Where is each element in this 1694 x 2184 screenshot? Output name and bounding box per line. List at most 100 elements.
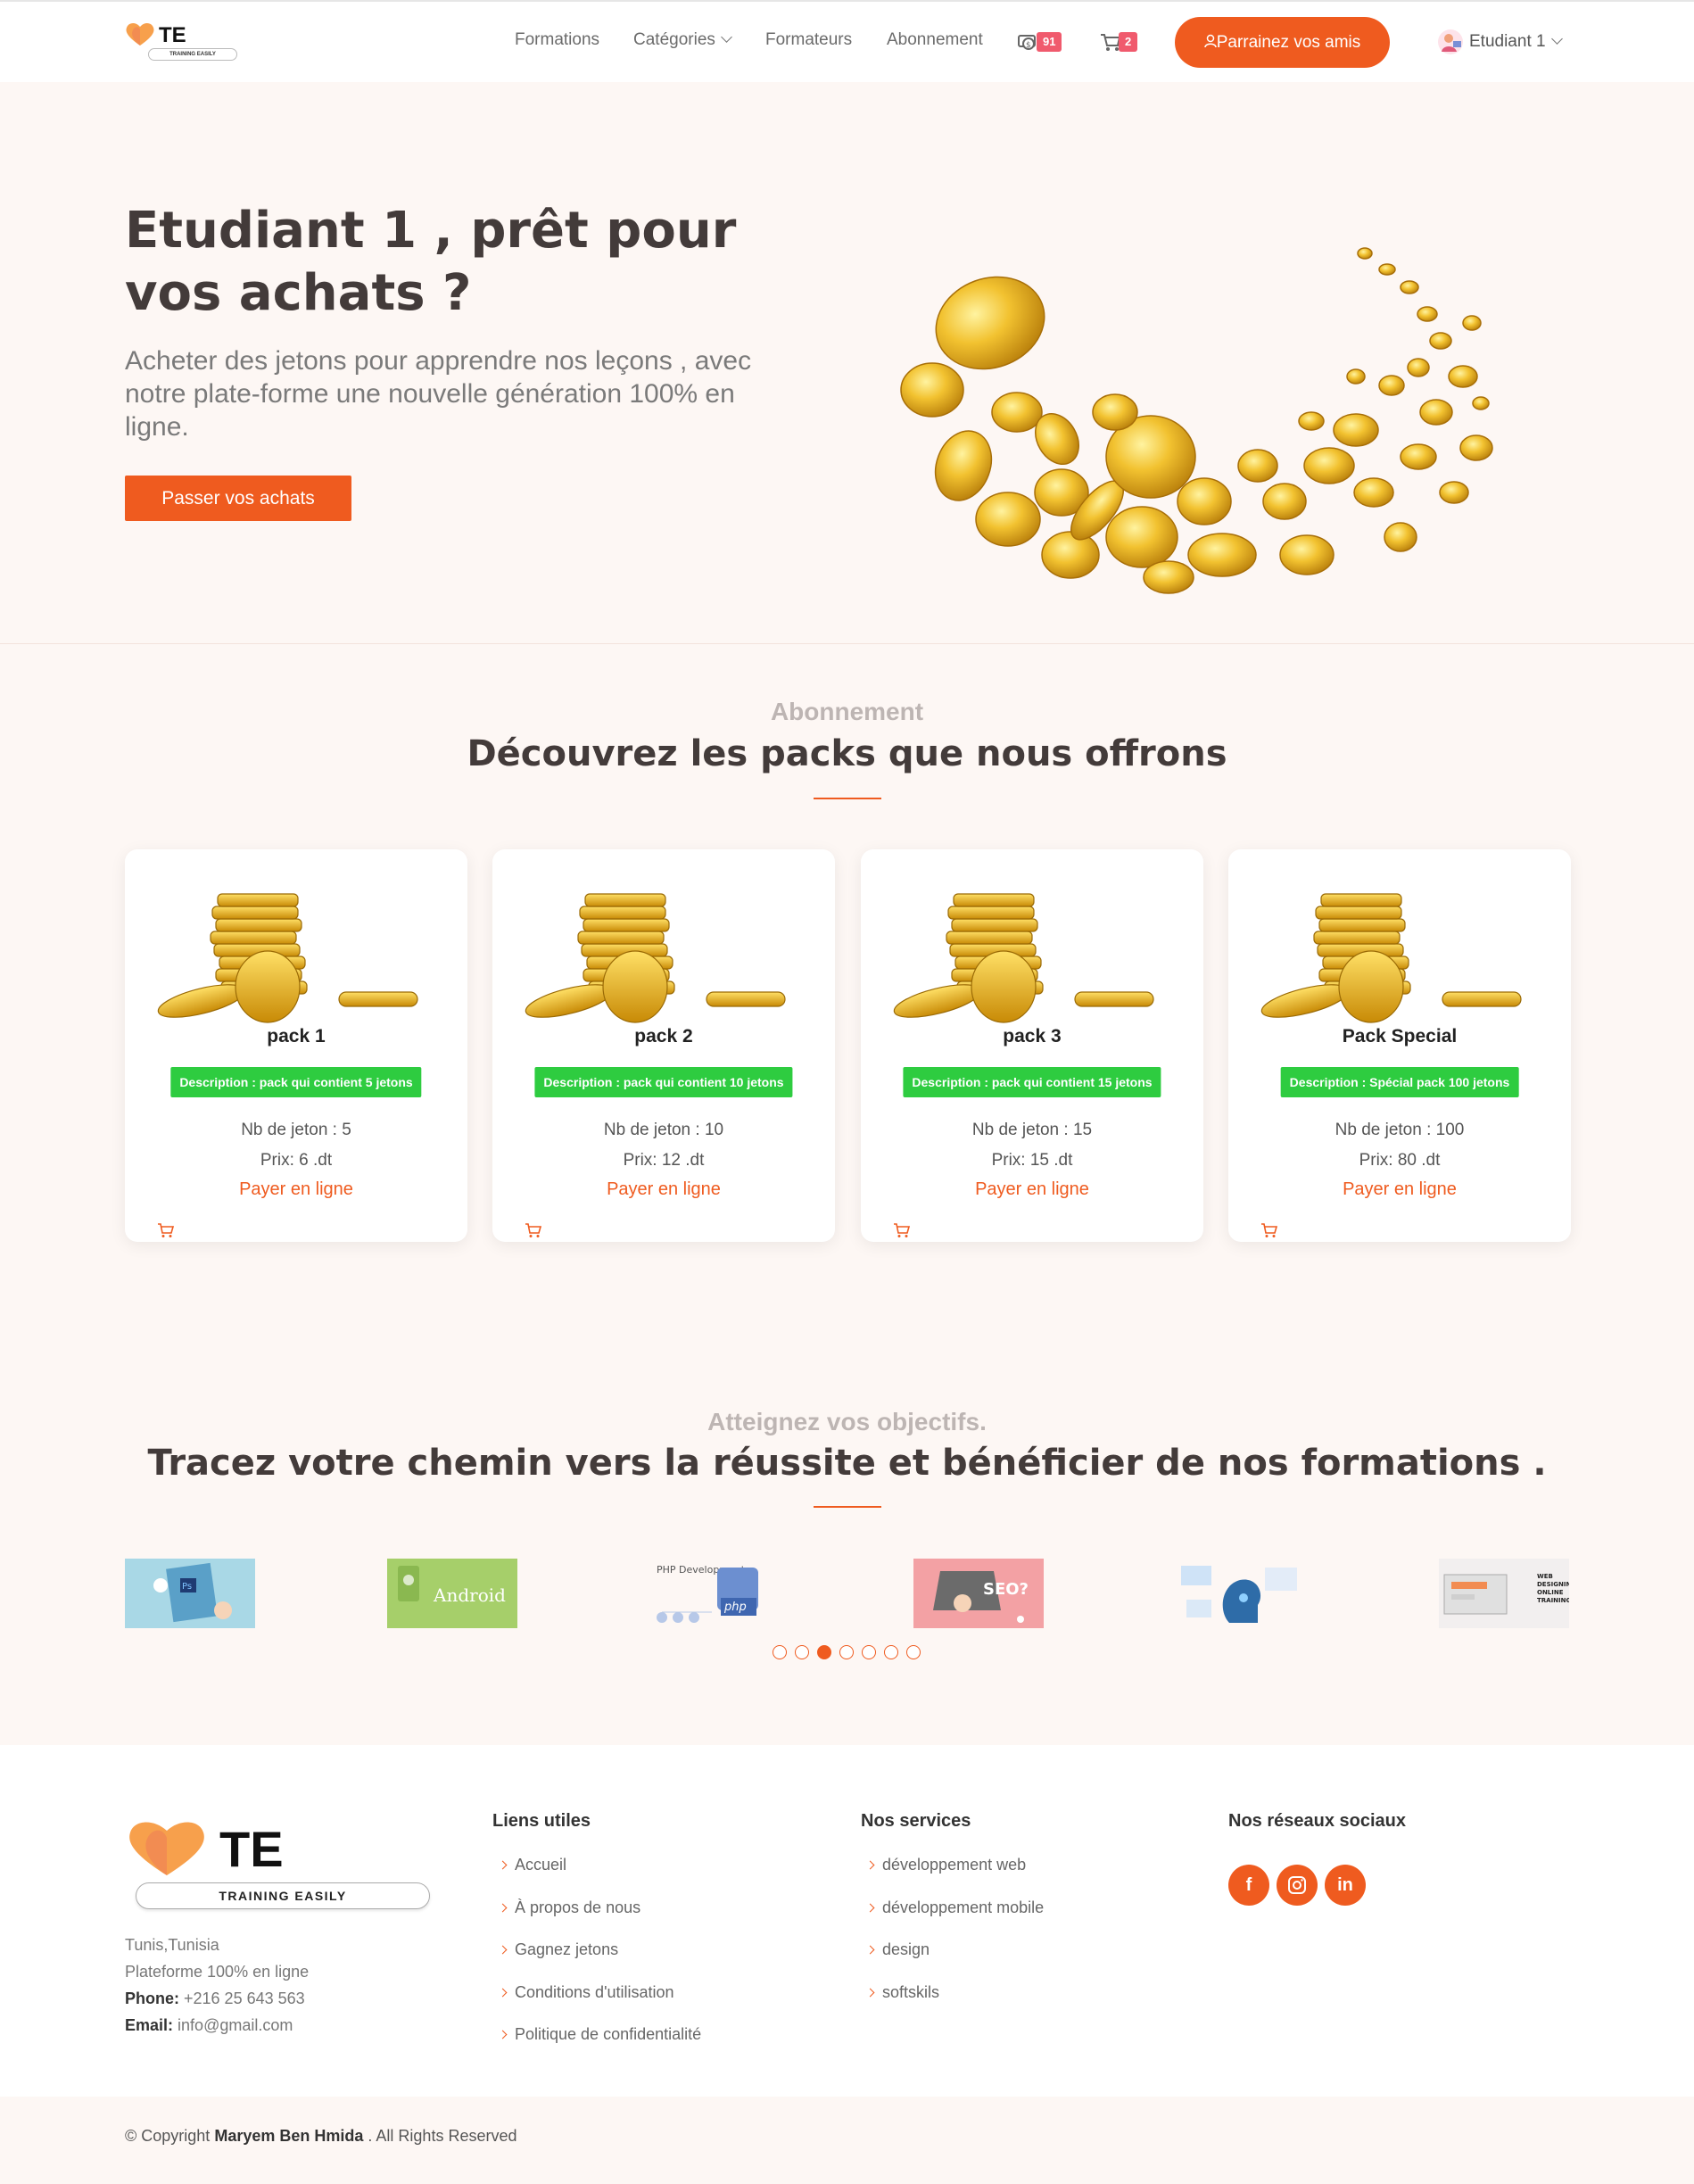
pay-online-label: Payer en ligne (607, 1179, 721, 1199)
chevron-right-icon (865, 1860, 875, 1870)
course-thumbnail-photoshop[interactable]: Ps (125, 1559, 255, 1628)
footer-link-about[interactable]: À propos de nous (498, 1899, 641, 1917)
chevron-right-icon (865, 1988, 875, 1998)
facebook-icon[interactable]: f (1228, 1865, 1269, 1906)
useful-links-title: Liens utiles (492, 1811, 591, 1831)
cart-icon (158, 1223, 175, 1237)
carousel-dot[interactable] (862, 1645, 876, 1659)
chevron-down-icon (1550, 33, 1563, 45)
copyright-prefix: © Copyright (125, 2127, 211, 2145)
nav-formateurs[interactable]: Formateurs (765, 30, 852, 50)
pay-online-link[interactable]: Payer en ligne (861, 1179, 1203, 1237)
coin-stack-image (157, 893, 418, 1023)
linkedin-icon[interactable]: in (1325, 1865, 1366, 1906)
pack-token-count: Nb de jeton : 5 (241, 1121, 351, 1139)
section-divider (814, 1506, 881, 1508)
site-logo[interactable]: TE TRAINING EASILY (125, 20, 237, 64)
flying-coins-illustration (900, 247, 1493, 594)
pack-name: pack 2 (634, 1026, 693, 1046)
refer-friends-button[interactable]: Parrainez vos amis (1175, 17, 1390, 68)
course-thumbnail-php[interactable]: PHP Development php (649, 1559, 780, 1628)
nav-formations[interactable]: Formations (515, 30, 599, 50)
pack-card: pack 1 Description : pack qui contient 5… (125, 849, 467, 1242)
pack-description-badge: Description : Spécial pack 100 jetons (1280, 1067, 1519, 1097)
carousel-dot[interactable] (795, 1645, 809, 1659)
footer-link-terms[interactable]: Conditions d'utilisation (498, 1983, 674, 2002)
carousel-pagination (773, 1645, 924, 1659)
avatar (1438, 29, 1463, 54)
course-thumbnail-web-design[interactable]: WEBDESIGNINGONLINETRAINING (1439, 1559, 1569, 1628)
top-navbar: TE TRAINING EASILY Formations Catégories… (0, 0, 1694, 82)
footer-link-label: Gagnez jetons (515, 1940, 619, 1958)
nav-categories-label: Catégories (633, 30, 715, 49)
carousel-dot[interactable] (884, 1645, 898, 1659)
nav-abonnement[interactable]: Abonnement (887, 30, 983, 50)
chevron-right-icon (498, 1903, 508, 1913)
carousel-dot-active[interactable] (817, 1645, 831, 1659)
email-label: Email: (125, 2016, 174, 2034)
pack-price: Prix: 6 .dt (260, 1151, 333, 1170)
heart-logo-icon (126, 22, 154, 46)
phone-label: Phone: (125, 1990, 179, 2007)
cart-icon (525, 1223, 542, 1237)
footer-address: Tunis,Tunisia (125, 1936, 219, 1954)
footer-link-earn-tokens[interactable]: Gagnez jetons (498, 1940, 619, 1959)
cart-icon (1261, 1223, 1278, 1237)
chevron-right-icon (865, 1945, 875, 1955)
svg-text:Ps: Ps (182, 1582, 192, 1592)
nav-categories[interactable]: Catégories (633, 30, 732, 50)
logo-tagline: TRAINING EASILY (148, 48, 237, 61)
carousel-dot[interactable] (906, 1645, 921, 1659)
pack-name: pack 1 (267, 1026, 326, 1046)
pack-card: Pack Special Description : Spécial pack … (1228, 849, 1571, 1242)
footer-service-web[interactable]: développement web (865, 1856, 1027, 1874)
copyright-text: © Copyright Maryem Ben Hmida . All Right… (125, 2127, 516, 2146)
coin-stack-image (525, 893, 786, 1023)
footer-link-label: Accueil (515, 1856, 567, 1874)
pay-online-label: Payer en ligne (975, 1179, 1089, 1199)
social-title: Nos réseaux sociaux (1228, 1811, 1406, 1831)
pack-price: Prix: 80 .dt (1359, 1151, 1441, 1170)
pay-online-link[interactable]: Payer en ligne (492, 1179, 835, 1237)
pack-price: Prix: 15 .dt (991, 1151, 1073, 1170)
carousel-dot[interactable] (839, 1645, 854, 1659)
php-thumb-logo: php (723, 1601, 747, 1614)
pack-name: pack 3 (1003, 1026, 1062, 1046)
footer-link-privacy[interactable]: Politique de confidentialité (498, 2025, 702, 2044)
footer-service-label: développement web (882, 1856, 1027, 1874)
footer-logo-text: TE (219, 1821, 284, 1877)
footer-service-softskills[interactable]: softskils (865, 1983, 940, 2002)
svg-text:$: $ (1026, 41, 1031, 50)
course-thumbnail-seo[interactable]: SEO? (913, 1559, 1044, 1628)
goals-section-title: Tracez votre chemin vers la réussite et … (147, 1443, 1547, 1484)
pay-online-link[interactable]: Payer en ligne (125, 1179, 467, 1237)
footer-service-design[interactable]: design (865, 1940, 930, 1959)
email-value: info@gmail.com (178, 2016, 293, 2034)
footer-link-label: À propos de nous (515, 1899, 641, 1916)
footer: TE TRAINING EASILY Tunis,Tunisia Platefo… (0, 1745, 1694, 2097)
cart-count-badge: 2 (1119, 32, 1138, 52)
footer-service-label: softskils (882, 1983, 940, 2001)
pay-online-link[interactable]: Payer en ligne (1228, 1179, 1571, 1237)
user-menu[interactable]: Etudiant 1 (1437, 29, 1563, 55)
heart-logo-icon (129, 1822, 204, 1875)
pack-description-badge: Description : pack qui contient 5 jetons (170, 1067, 422, 1097)
pack-name: Pack Special (1342, 1026, 1458, 1046)
carousel-dot[interactable] (773, 1645, 787, 1659)
buy-now-button[interactable]: Passer vos achats (125, 476, 351, 521)
footer-link-accueil[interactable]: Accueil (498, 1856, 567, 1874)
web-design-thumb-label: WEBDESIGNINGONLINETRAINING (1537, 1573, 1569, 1604)
pay-online-label: Payer en ligne (239, 1179, 353, 1199)
hero-subtitle: Acheter des jetons pour apprendre nos le… (125, 346, 752, 442)
chevron-right-icon (498, 1945, 508, 1955)
footer-link-label: Politique de confidentialité (515, 2025, 702, 2043)
packs-section-title: Découvrez les packs que nous offrons (467, 733, 1227, 774)
instagram-icon[interactable] (1277, 1865, 1318, 1906)
pack-token-count: Nb de jeton : 15 (971, 1121, 1093, 1139)
footer-logo[interactable]: TE TRAINING EASILY (125, 1818, 437, 1916)
course-thumbnail-ai[interactable] (1176, 1559, 1306, 1628)
footer-service-mobile[interactable]: développement mobile (865, 1899, 1044, 1917)
pack-description-badge: Description : pack qui contient 15 jeton… (903, 1067, 1161, 1097)
phone-value: +216 25 643 563 (184, 1990, 305, 2007)
course-thumbnail-android[interactable]: Android (387, 1559, 517, 1628)
